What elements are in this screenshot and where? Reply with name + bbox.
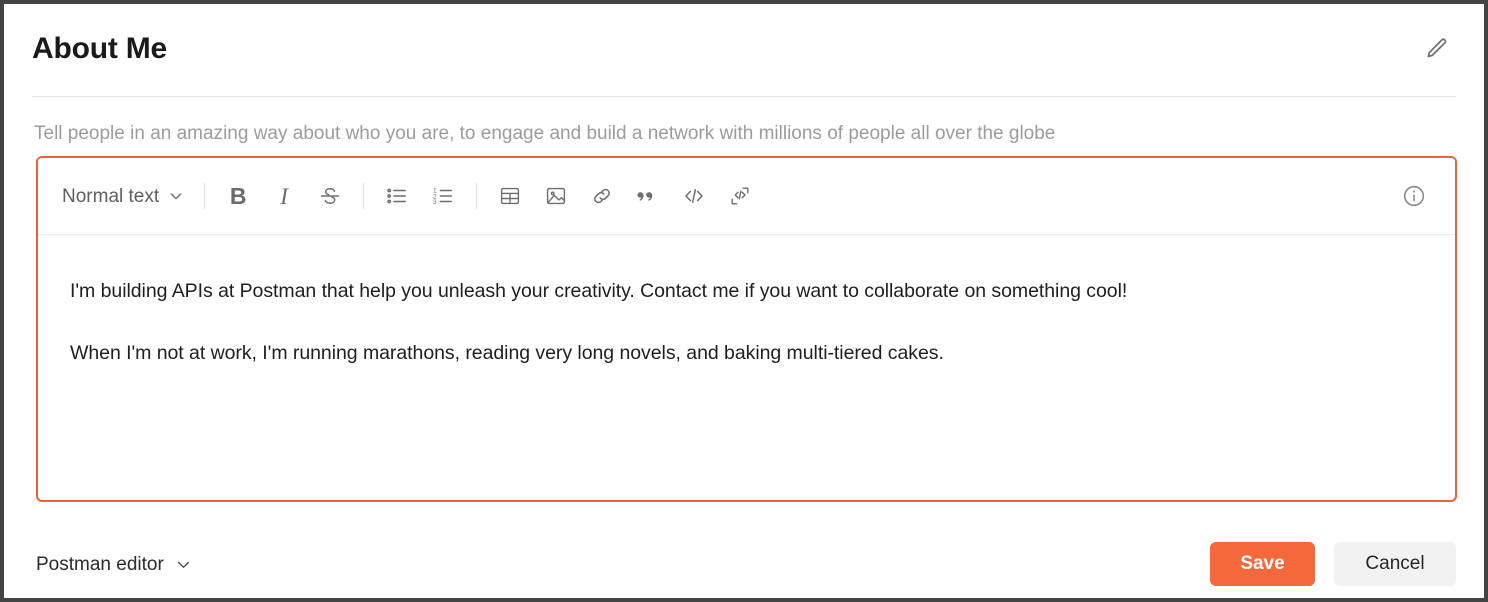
chevron-down-icon: [175, 556, 192, 573]
content-paragraph: I'm building APIs at Postman that help y…: [70, 280, 1128, 302]
editor-info-button[interactable]: [1397, 179, 1431, 213]
toolbar-separator: [476, 183, 478, 209]
editor-type-dropdown-label: Postman editor: [36, 553, 164, 575]
strikethrough-button[interactable]: [311, 177, 349, 215]
content-paragraph: When I'm not at work, I'm running marath…: [70, 342, 944, 364]
edit-pencil-button[interactable]: [1420, 32, 1454, 66]
pencil-icon: [1424, 36, 1450, 62]
bold-button[interactable]: B: [219, 177, 257, 215]
save-button[interactable]: Save: [1210, 542, 1315, 586]
toolbar-separator: [204, 183, 206, 209]
rich-text-editor[interactable]: Normal text B I 1 2 3 I'm building APIs …: [36, 156, 1457, 502]
text-style-dropdown[interactable]: Normal text: [60, 183, 190, 210]
strikethrough-icon: [318, 184, 342, 208]
numbered-list-button[interactable]: 1 2 3: [424, 177, 462, 215]
link-button[interactable]: [583, 177, 621, 215]
text-style-dropdown-label: Normal text: [62, 185, 160, 207]
toolbar-separator: [363, 183, 365, 209]
header-divider: [32, 96, 1456, 97]
panel-subtitle: Tell people in an amazing way about who …: [34, 123, 1056, 144]
svg-text:3: 3: [433, 199, 437, 206]
quote-icon: [636, 184, 660, 208]
chevron-down-icon: [168, 188, 184, 204]
bullet-list-button[interactable]: [378, 177, 416, 215]
image-icon: [544, 184, 568, 208]
italic-icon: I: [280, 183, 288, 209]
code-block-button[interactable]: [721, 177, 759, 215]
italic-button[interactable]: I: [265, 177, 303, 215]
panel-header: About Me: [4, 4, 1484, 94]
table-icon: [498, 184, 522, 208]
info-icon: [1401, 183, 1427, 209]
table-button[interactable]: [491, 177, 529, 215]
about-me-panel: About Me Tell people in an amazing way a…: [0, 0, 1488, 602]
bold-icon: B: [229, 182, 247, 209]
bullet-list-icon: [385, 184, 409, 208]
code-block-icon: [728, 184, 752, 208]
numbered-list-icon: 1 2 3: [431, 184, 455, 208]
editor-type-dropdown[interactable]: Postman editor: [34, 551, 196, 578]
page-title: About Me: [32, 32, 168, 65]
panel-footer: Postman editor Save Cancel: [4, 529, 1484, 598]
editor-toolbar: Normal text B I 1 2 3: [38, 158, 1455, 234]
inline-code-button[interactable]: [675, 177, 713, 215]
blockquote-button[interactable]: [629, 177, 667, 215]
editor-content-area[interactable]: I'm building APIs at Postman that help y…: [38, 234, 1455, 392]
link-icon: [590, 184, 614, 208]
cancel-button[interactable]: Cancel: [1334, 542, 1456, 586]
image-button[interactable]: [537, 177, 575, 215]
code-icon: [682, 184, 706, 208]
